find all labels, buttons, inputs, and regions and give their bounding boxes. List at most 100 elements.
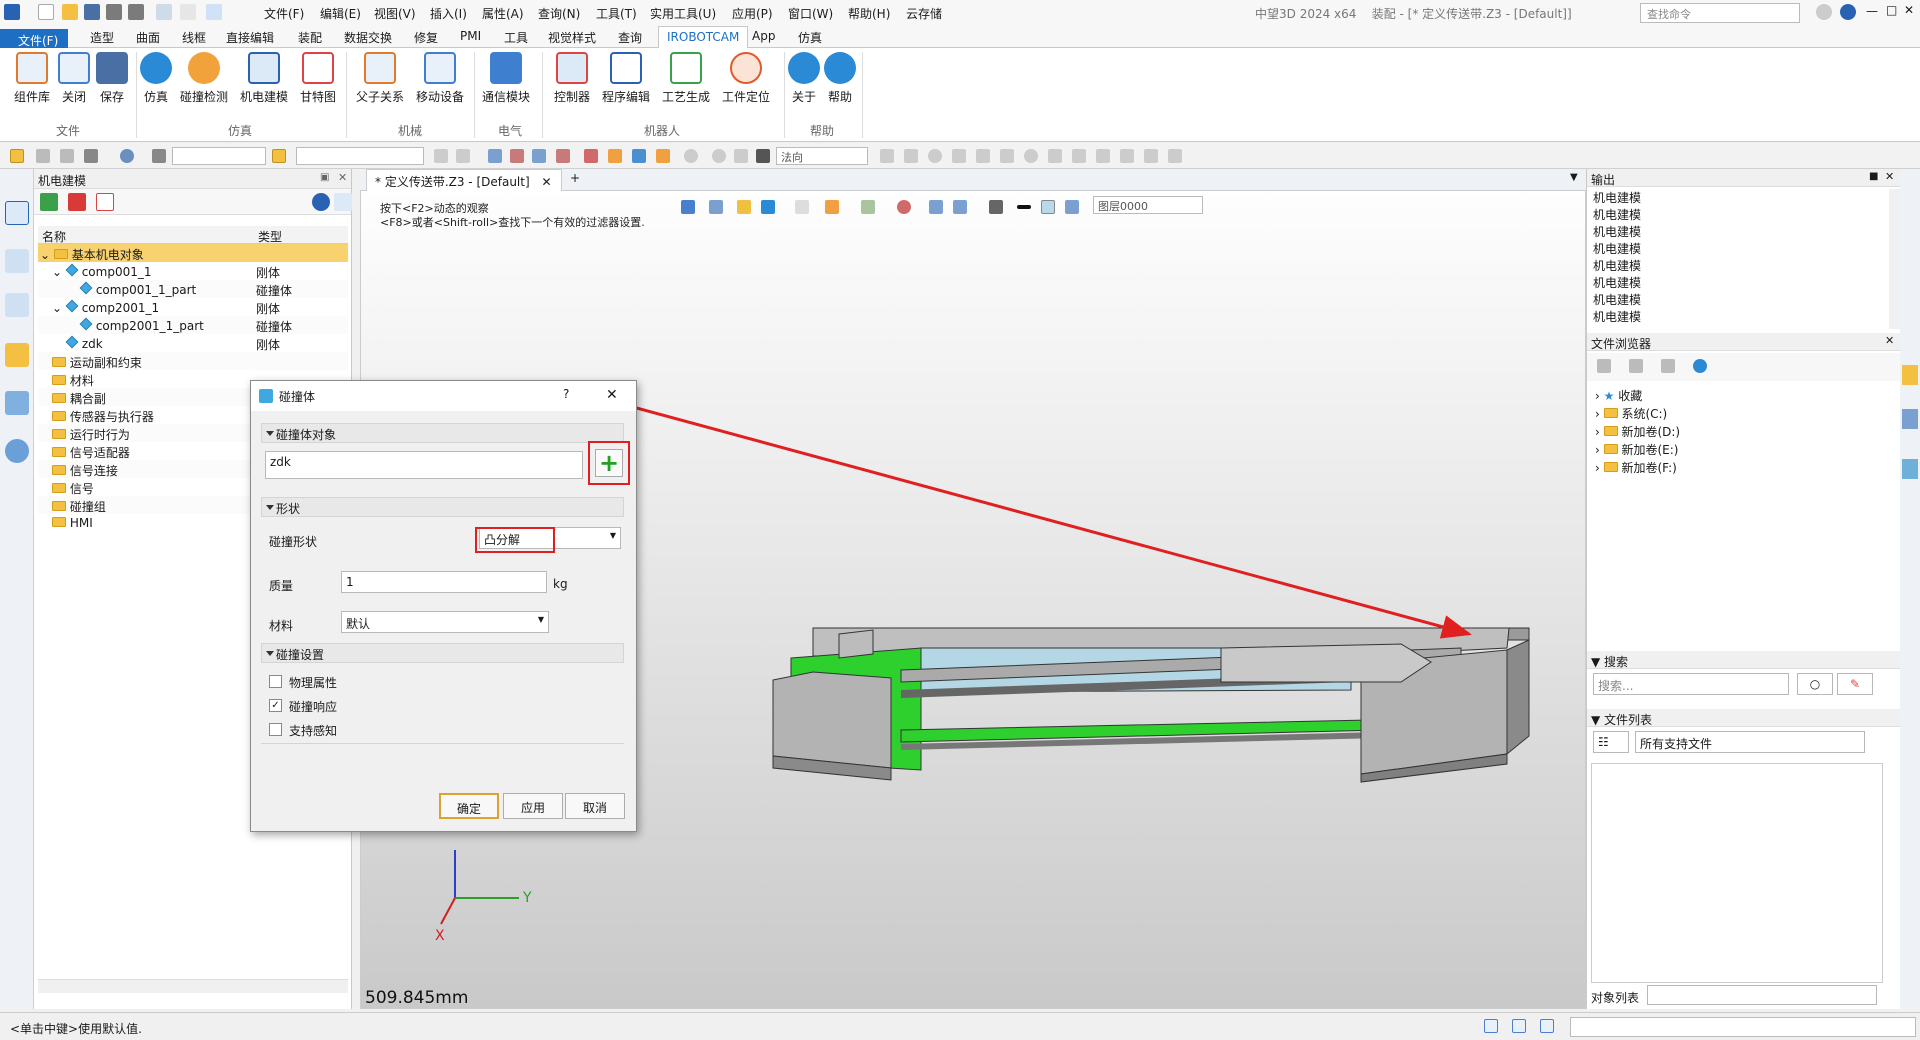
tool-f-icon[interactable] (608, 149, 622, 163)
close-window-button[interactable]: ✕ (1904, 3, 1914, 17)
cancel-button[interactable]: 取消 (565, 793, 625, 819)
search-button[interactable]: ○ (1797, 673, 1833, 695)
back-icon[interactable] (1597, 359, 1611, 373)
tab-surface[interactable]: 曲面 (136, 29, 160, 46)
move-device-button[interactable]: 移动设备 (414, 52, 466, 105)
minus-icon[interactable] (60, 149, 74, 163)
assembly-tree-icon[interactable] (5, 249, 29, 273)
view-mode-button[interactable]: ☷ (1593, 731, 1629, 753)
new-tab-icon[interactable]: + (570, 171, 580, 185)
tree-row[interactable]: comp2001_1_part 碰撞体 (38, 316, 348, 334)
apply-button[interactable]: 应用 (503, 793, 563, 819)
help-button[interactable]: 帮助 (814, 52, 866, 105)
panel-expand-icon[interactable] (334, 193, 352, 211)
filter-icon[interactable] (152, 149, 166, 163)
print-preview-icon[interactable] (128, 4, 144, 20)
tool-w-icon[interactable] (1144, 149, 1158, 163)
menu-file[interactable]: 文件(F) (264, 5, 304, 22)
physics-checkbox[interactable] (269, 675, 282, 688)
layer-icon[interactable] (1065, 200, 1079, 214)
menu-window[interactable]: 窗口(W) (788, 5, 833, 22)
color-swatch-icon[interactable] (1041, 200, 1055, 214)
browser-item[interactable]: › 新加卷(F:) (1595, 459, 1677, 476)
accept-check-icon[interactable] (40, 193, 58, 211)
tab-simulation[interactable]: 仿真 (798, 29, 822, 46)
browser-item[interactable]: › 系统(C:) (1595, 405, 1667, 422)
collision-detect-button[interactable]: 碰撞检测 (178, 52, 230, 105)
view-section-icon[interactable] (897, 200, 911, 214)
layer-combo[interactable]: 图层0000 (1093, 196, 1203, 214)
refresh-folder-icon[interactable] (1693, 359, 1707, 373)
material-select[interactable]: 默认 ▼ (341, 611, 549, 633)
parent-child-button[interactable]: 父子关系 (354, 52, 406, 105)
view-shade-icon[interactable] (825, 200, 839, 214)
part-library-icon[interactable] (5, 343, 29, 367)
normal-combo[interactable]: 法向 (776, 147, 868, 165)
user-icon[interactable] (5, 439, 29, 463)
view-manager-icon[interactable] (5, 391, 29, 415)
view-wire-icon[interactable] (795, 200, 809, 214)
tool-i-icon[interactable] (684, 149, 698, 163)
view-render-icon[interactable] (861, 200, 875, 214)
tool-o-icon[interactable] (952, 149, 966, 163)
tab-data-exchange[interactable]: 数据交换 (344, 29, 392, 46)
clear-search-button[interactable]: ✎ (1837, 673, 1873, 695)
file-list-area[interactable] (1591, 763, 1883, 983)
tree-row[interactable]: 运动副和约束 (38, 352, 348, 370)
apply-icon[interactable] (96, 193, 114, 211)
section-objects[interactable]: 碰撞体对象 (261, 423, 624, 443)
tool-m-icon[interactable] (904, 149, 918, 163)
menu-query[interactable]: 查询(N) (538, 5, 580, 22)
file-filter-select[interactable]: 所有支持文件 (1635, 731, 1865, 753)
info-panel-icon[interactable] (312, 193, 330, 211)
menu-insert[interactable]: 插入(I) (430, 5, 467, 22)
dialog-close-button[interactable]: ✕ (606, 387, 618, 403)
tab-modeling[interactable]: 造型 (90, 29, 114, 46)
tool-n-icon[interactable] (928, 149, 942, 163)
command-line-input[interactable] (1570, 1017, 1916, 1037)
col-type[interactable]: 类型 (258, 228, 282, 245)
controller-button[interactable]: 控制器 (546, 52, 598, 105)
dialog-help-button[interactable]: ? (563, 387, 569, 401)
tool-q-icon[interactable] (1000, 149, 1014, 163)
doc-tab-active[interactable]: * 定义传送带.Z3 - [Default] ✕ (366, 169, 562, 191)
menu-cloud[interactable]: 云存储 (906, 5, 942, 22)
conveyor-model[interactable] (772, 627, 1530, 783)
process-gen-button[interactable]: 工艺生成 (660, 52, 712, 105)
doc-tab-close-icon[interactable]: ✕ (541, 175, 551, 189)
tab-irobotcam[interactable]: IROBOTCAM (658, 26, 749, 49)
line-weight-icon[interactable] (1017, 205, 1031, 209)
section-settings[interactable]: 碰撞设置 (261, 643, 624, 663)
section-shape[interactable]: 形状 (261, 497, 624, 517)
comm-module-button[interactable]: 通信模块 (480, 52, 532, 105)
view-display-icon[interactable] (989, 200, 1003, 214)
menu-help[interactable]: 帮助(H) (848, 5, 890, 22)
col-name[interactable]: 名称 (42, 228, 66, 245)
browser-close-icon[interactable]: ✕ (1885, 334, 1894, 347)
menu-view[interactable]: 视图(V) (374, 5, 416, 22)
up-icon[interactable] (1661, 359, 1675, 373)
pick-combo[interactable] (296, 147, 424, 165)
view-box-icon[interactable] (737, 200, 751, 214)
tool-b-icon[interactable] (510, 149, 524, 163)
settings-icon[interactable] (1816, 4, 1832, 20)
minimize-button[interactable]: — (1866, 4, 1878, 18)
cross-icon[interactable] (36, 149, 50, 163)
tab-app[interactable]: App (752, 29, 775, 43)
status-screen-icon[interactable] (1512, 1019, 1526, 1033)
view-layout-icon[interactable] (953, 200, 967, 214)
tool-x-icon[interactable] (1168, 149, 1182, 163)
view-fit-icon[interactable] (681, 200, 695, 214)
file-search-input[interactable]: 搜索... (1593, 673, 1789, 695)
menu-tools[interactable]: 工具(T) (596, 5, 637, 22)
tool-s-icon[interactable] (1048, 149, 1062, 163)
object-field[interactable]: zdk (265, 451, 583, 479)
redo-icon[interactable] (180, 4, 196, 20)
tool-h-icon[interactable] (656, 149, 670, 163)
mass-input[interactable]: 1 (341, 571, 547, 593)
menu-utility[interactable]: 实用工具(U) (650, 5, 716, 22)
workpiece-locate-button[interactable]: 工件定位 (720, 52, 772, 105)
view-zoom-icon[interactable] (929, 200, 943, 214)
menu-apps[interactable]: 应用(P) (732, 5, 773, 22)
tool-t-icon[interactable] (1072, 149, 1086, 163)
